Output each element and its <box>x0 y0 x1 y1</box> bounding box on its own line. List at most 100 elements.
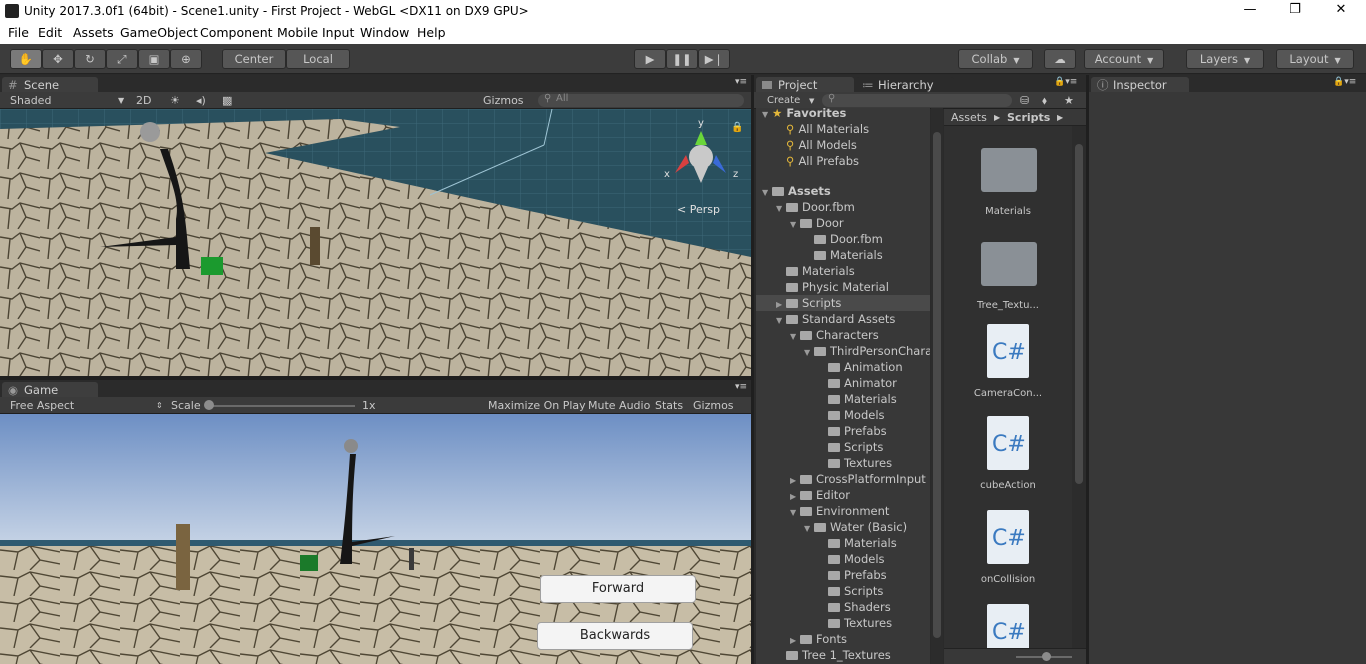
mode-2d-toggle[interactable]: 2D <box>136 94 151 107</box>
tree-item[interactable]: ▼ Environment <box>756 503 930 519</box>
tree-item[interactable]: ▶ Editor <box>756 487 930 503</box>
rect-tool-icon[interactable]: ▣ <box>138 49 170 69</box>
tree-item[interactable]: Animator <box>756 375 930 391</box>
lighting-toggle-icon[interactable]: ☀ <box>170 94 180 107</box>
asset-script[interactable]: C# onCollision <box>944 510 1072 600</box>
splitter-vertical[interactable] <box>751 75 754 664</box>
tree-item[interactable]: Materials <box>756 247 930 263</box>
account-dropdown[interactable]: Account ▼ <box>1084 49 1164 69</box>
persp-label[interactable]: < Persp <box>677 203 720 216</box>
menu-window[interactable]: Window <box>360 25 409 40</box>
tree-item[interactable]: Materials <box>756 263 930 279</box>
tree-item[interactable]: Shaders <box>756 599 930 615</box>
tree-item[interactable]: Models <box>756 407 930 423</box>
tree-item[interactable]: ▼ Water (Basic) <box>756 519 930 535</box>
menu-gameobject[interactable]: GameObject <box>120 25 198 40</box>
asset-folder[interactable]: Tree_Textu... <box>944 236 1072 326</box>
stats-toggle[interactable]: Stats <box>655 399 683 412</box>
tree-item[interactable]: ▼ Door.fbm <box>756 199 930 215</box>
splitter-horizontal[interactable] <box>0 376 751 380</box>
tree-item[interactable]: ⚲ All Prefabs <box>756 153 930 169</box>
tree-item[interactable]: Physic Material <box>756 279 930 295</box>
project-folder-tree[interactable]: ▼ ★ Favorites ⚲ All Materials ⚲ All Models ⚲ All… <box>756 108 930 664</box>
tree-item[interactable]: Prefabs <box>756 567 930 583</box>
pause-icon[interactable]: ❚❚ <box>666 49 698 69</box>
aspect-dropdown[interactable]: Free Aspect <box>10 399 74 412</box>
tree-item[interactable]: ▼ ★ Favorites <box>756 108 930 121</box>
scene-viewport[interactable]: y x z < Persp 🔒 <box>0 109 751 376</box>
inspector-lock-icon[interactable]: 🔒▾≡ <box>1333 77 1356 87</box>
play-icon[interactable]: ▶ <box>634 49 666 69</box>
menu-file[interactable]: File <box>8 25 29 40</box>
tree-item[interactable]: Textures <box>756 615 930 631</box>
tree-item[interactable]: ▼ Door <box>756 215 930 231</box>
shading-dropdown[interactable]: Shaded <box>10 94 51 107</box>
rotate-tool-icon[interactable]: ↻ <box>74 49 106 69</box>
project-lock-icon[interactable]: 🔒▾≡ <box>1054 77 1077 87</box>
tree-item[interactable]: ▼ Assets <box>756 183 930 199</box>
panel-menu-icon[interactable]: ▾≡ <box>735 77 747 87</box>
layers-dropdown[interactable]: Layers ▼ <box>1186 49 1264 69</box>
tree-item[interactable]: Models <box>756 551 930 567</box>
cloud-icon[interactable]: ☁ <box>1044 49 1076 69</box>
tree-item[interactable]: Materials <box>756 535 930 551</box>
pivot-center-button[interactable]: Center <box>222 49 286 69</box>
tree-item[interactable]: Animation <box>756 359 930 375</box>
breadcrumb-scripts[interactable]: Scripts <box>1007 111 1050 124</box>
icon-size-thumb[interactable] <box>1042 652 1051 661</box>
mute-audio-toggle[interactable]: Mute Audio <box>588 399 650 412</box>
tree-item[interactable]: ⚲ All Models <box>756 137 930 153</box>
scene-search-input[interactable]: ⚲ All <box>538 93 744 107</box>
minimize-button[interactable]: — <box>1227 2 1273 22</box>
collab-dropdown[interactable]: Collab ▼ <box>958 49 1033 69</box>
tree-item[interactable]: Tree 1_Textures <box>756 647 930 663</box>
maximize-button[interactable]: ❐ <box>1272 2 1318 22</box>
tree-item[interactable]: Scripts <box>756 583 930 599</box>
scale-tool-icon[interactable]: ⤢ <box>106 49 138 69</box>
transform-tool-icon[interactable]: ⊕ <box>170 49 202 69</box>
tree-scrollbar-thumb[interactable] <box>933 132 941 638</box>
maximize-on-play-toggle[interactable]: Maximize On Play <box>488 399 586 412</box>
asset-script[interactable]: C# CameraCon... <box>944 324 1072 414</box>
menu-edit[interactable]: Edit <box>38 25 62 40</box>
layout-dropdown[interactable]: Layout ▼ <box>1276 49 1354 69</box>
asset-folder[interactable]: Materials <box>944 142 1072 232</box>
tree-item[interactable]: ▶ Fonts <box>756 631 930 647</box>
menu-mobile-input[interactable]: Mobile Input <box>277 25 354 40</box>
create-dropdown[interactable]: Create <box>767 95 800 106</box>
menu-component[interactable]: Component <box>200 25 273 40</box>
hand-tool-icon[interactable]: ✋ <box>10 49 42 69</box>
tree-item[interactable]: Prefabs <box>756 423 930 439</box>
tree-item[interactable]: ▼ ThirdPersonChara <box>756 343 930 359</box>
project-search-input[interactable]: ⚲ <box>822 93 1012 107</box>
breadcrumb-assets[interactable]: Assets <box>951 111 987 124</box>
scale-slider-track[interactable] <box>205 405 355 407</box>
audio-toggle-icon[interactable]: ◂) <box>196 94 206 107</box>
close-button[interactable]: ✕ <box>1318 2 1364 22</box>
tree-item[interactable]: ⚲ All Materials <box>756 121 930 137</box>
asset-script[interactable]: C# <box>944 604 1072 648</box>
favorite-star-icon[interactable]: ★ <box>1064 94 1074 107</box>
tree-item[interactable]: Door.fbm <box>756 231 930 247</box>
grid-scrollbar-thumb[interactable] <box>1075 144 1083 484</box>
menu-help[interactable]: Help <box>417 25 446 40</box>
effects-toggle-icon[interactable]: ▩ <box>222 94 232 107</box>
move-tool-icon[interactable]: ✥ <box>42 49 74 69</box>
game-panel-menu-icon[interactable]: ▾≡ <box>735 382 747 392</box>
asset-script[interactable]: C# cubeAction <box>944 416 1072 506</box>
filter-label-icon[interactable]: ⬧ <box>1042 94 1047 108</box>
tree-item[interactable]: ▼ Characters <box>756 327 930 343</box>
scene-lock-icon[interactable]: 🔒 <box>731 121 743 133</box>
tree-item[interactable]: Scripts <box>756 439 930 455</box>
tree-item[interactable]: Textures <box>756 455 930 471</box>
filter-type-icon[interactable]: ⛁ <box>1020 94 1029 107</box>
tree-scrollbar[interactable] <box>931 108 943 664</box>
forward-button[interactable]: Forward <box>540 575 696 603</box>
pivot-local-button[interactable]: Local <box>286 49 350 69</box>
backwards-button[interactable]: Backwards <box>537 622 693 650</box>
game-gizmos-dropdown[interactable]: Gizmos <box>693 399 734 412</box>
menu-assets[interactable]: Assets <box>73 25 114 40</box>
tree-item[interactable]: Materials <box>756 391 930 407</box>
step-icon[interactable]: ▶❘ <box>698 49 730 69</box>
scene-gizmos-dropdown[interactable]: Gizmos <box>483 94 524 107</box>
